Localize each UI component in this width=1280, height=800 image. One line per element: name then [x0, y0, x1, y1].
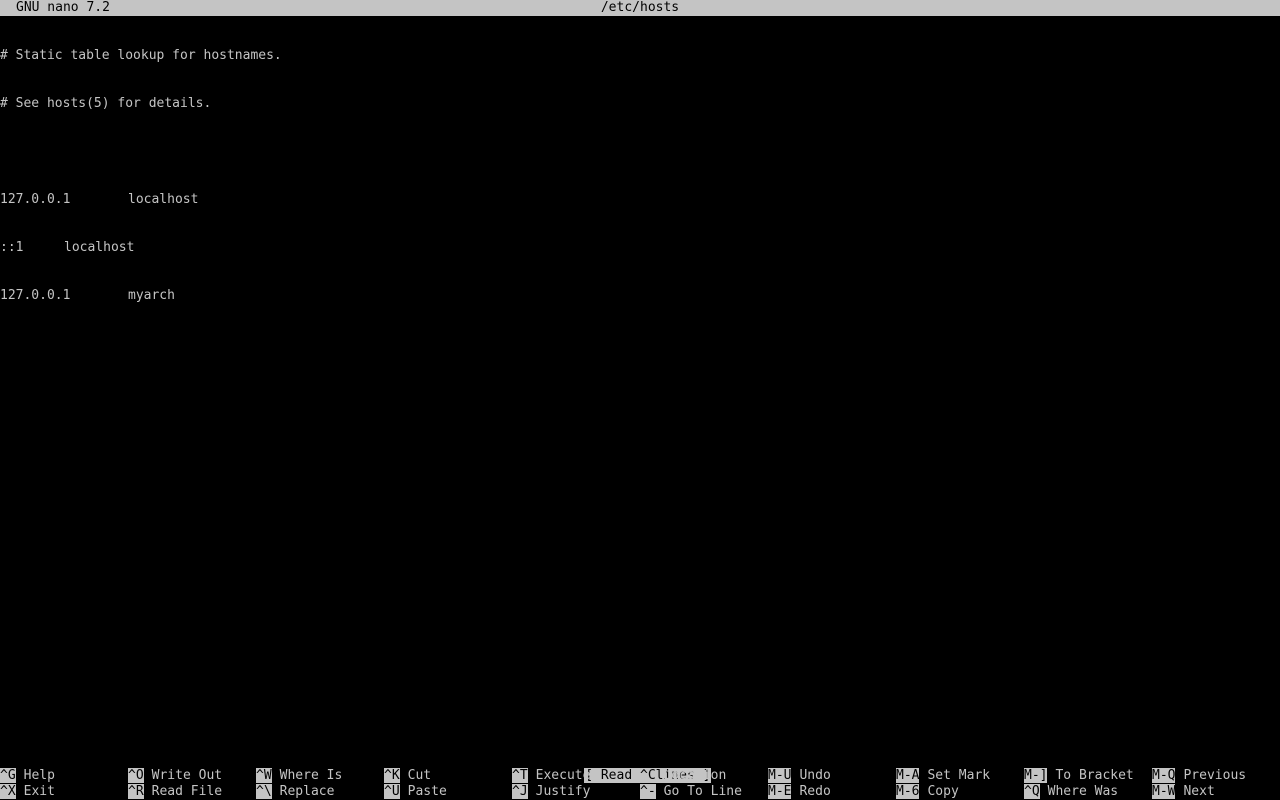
shortcut-key: ^T [512, 768, 528, 783]
shortcut-label: Where Was [1047, 784, 1119, 799]
shortcut-key: M-Q [1152, 768, 1176, 783]
editor-line[interactable] [0, 144, 1280, 160]
shortcut-write-out[interactable]: ^O Write Out [128, 768, 256, 784]
shortcut-key: ^G [0, 768, 16, 783]
shortcut-exit[interactable]: ^X Exit [0, 784, 128, 800]
ip-address: 127.0.0.1 [0, 288, 71, 303]
shortcut-redo[interactable]: M-E Redo [768, 784, 896, 800]
shortcut-key: ^W [256, 768, 272, 783]
shortcut-label: Next [1183, 784, 1215, 799]
shortcut-label: Help [23, 768, 55, 783]
shortcut-replace[interactable]: ^\ Replace [256, 784, 384, 800]
shortcut-label: Execute [535, 768, 591, 783]
shortcut-key: M-6 [896, 784, 920, 799]
shortcut-key: M-W [1152, 784, 1176, 799]
shortcut-previous[interactable]: M-Q Previous [1152, 768, 1280, 784]
shortcut-label: Read File [151, 784, 223, 799]
shortcut-cut[interactable]: ^K Cut [384, 768, 512, 784]
shortcut-label: Undo [799, 768, 831, 783]
shortcut-set-mark[interactable]: M-A Set Mark [896, 768, 1024, 784]
ip-address: 127.0.0.1 [0, 192, 71, 207]
shortcut-key: M-A [896, 768, 920, 783]
comment-text: # See hosts(5) for details. [0, 96, 212, 111]
title-bar: GNU nano 7.2 /etc/hosts [0, 0, 1280, 16]
shortcut-label: Exit [23, 784, 55, 799]
hostname: localhost [64, 240, 135, 255]
status-line: [ Read 6 lines ] [0, 752, 1280, 783]
shortcut-go-to-line[interactable]: ^- Go To Line [640, 784, 768, 800]
shortcut-label: Go To Line [663, 784, 742, 799]
editor-line[interactable]: 127.0.0.1 myarch [0, 288, 1280, 304]
shortcut-key: ^C [640, 768, 656, 783]
shortcut-where-is[interactable]: ^W Where Is [256, 768, 384, 784]
shortcut-help[interactable]: ^G Help [0, 768, 128, 784]
shortcut-label: Write Out [151, 768, 223, 783]
shortcut-key: ^Q [1024, 784, 1040, 799]
shortcut-label: Where Is [279, 768, 343, 783]
shortcut-key: ^U [384, 784, 400, 799]
shortcut-label: Cut [407, 768, 432, 783]
editor-area[interactable]: # Static table lookup for hostnames. # S… [0, 16, 1280, 320]
shortcut-key: ^K [384, 768, 400, 783]
shortcut-key: ^J [512, 784, 528, 799]
editor-line[interactable]: # See hosts(5) for details. [0, 96, 1280, 112]
comment-text: # Static table lookup for hostnames. [0, 48, 282, 63]
shortcut-key: ^\ [256, 784, 272, 799]
hostname: myarch [128, 288, 175, 303]
shortcut-label: To Bracket [1055, 768, 1134, 783]
shortcut-label: Justify [535, 784, 591, 799]
shortcut-label: Set Mark [927, 768, 991, 783]
shortcut-key: ^- [640, 784, 656, 799]
shortcut-execute[interactable]: ^T Execute [512, 768, 640, 784]
shortcut-to-bracket[interactable]: M-] To Bracket [1024, 768, 1152, 784]
shortcut-key: M-E [768, 784, 792, 799]
shortcut-label: Location [663, 768, 727, 783]
shortcut-justify[interactable]: ^J Justify [512, 784, 640, 800]
shortcut-location[interactable]: ^C Location [640, 768, 768, 784]
editor-line[interactable]: 127.0.0.1 localhost [0, 192, 1280, 208]
hostname: localhost [128, 192, 199, 207]
shortcut-next[interactable]: M-W Next [1152, 784, 1280, 800]
shortcut-key: ^R [128, 784, 144, 799]
shortcut-where-was[interactable]: ^Q Where Was [1024, 784, 1152, 800]
file-name: /etc/hosts [600, 0, 680, 15]
shortcut-label: Copy [927, 784, 959, 799]
shortcut-key: ^X [0, 784, 16, 799]
shortcut-label: Paste [407, 784, 447, 799]
shortcut-label: Redo [799, 784, 831, 799]
shortcut-paste[interactable]: ^U Paste [384, 784, 512, 800]
shortcut-key: ^O [128, 768, 144, 783]
editor-line[interactable]: ::1 localhost [0, 240, 1280, 256]
shortcut-copy[interactable]: M-6 Copy [896, 784, 1024, 800]
shortcut-label: Previous [1183, 768, 1247, 783]
ip-address: ::1 [0, 240, 24, 255]
shortcut-bar: ^G Help ^O Write Out ^W Where Is ^K Cut ^T Ex… [0, 768, 1280, 800]
shortcut-read-file[interactable]: ^R Read File [128, 784, 256, 800]
shortcut-undo[interactable]: M-U Undo [768, 768, 896, 784]
editor-line[interactable]: # Static table lookup for hostnames. [0, 48, 1280, 64]
shortcut-label: Replace [279, 784, 335, 799]
shortcut-key: M-] [1024, 768, 1048, 783]
shortcut-key: M-U [768, 768, 792, 783]
